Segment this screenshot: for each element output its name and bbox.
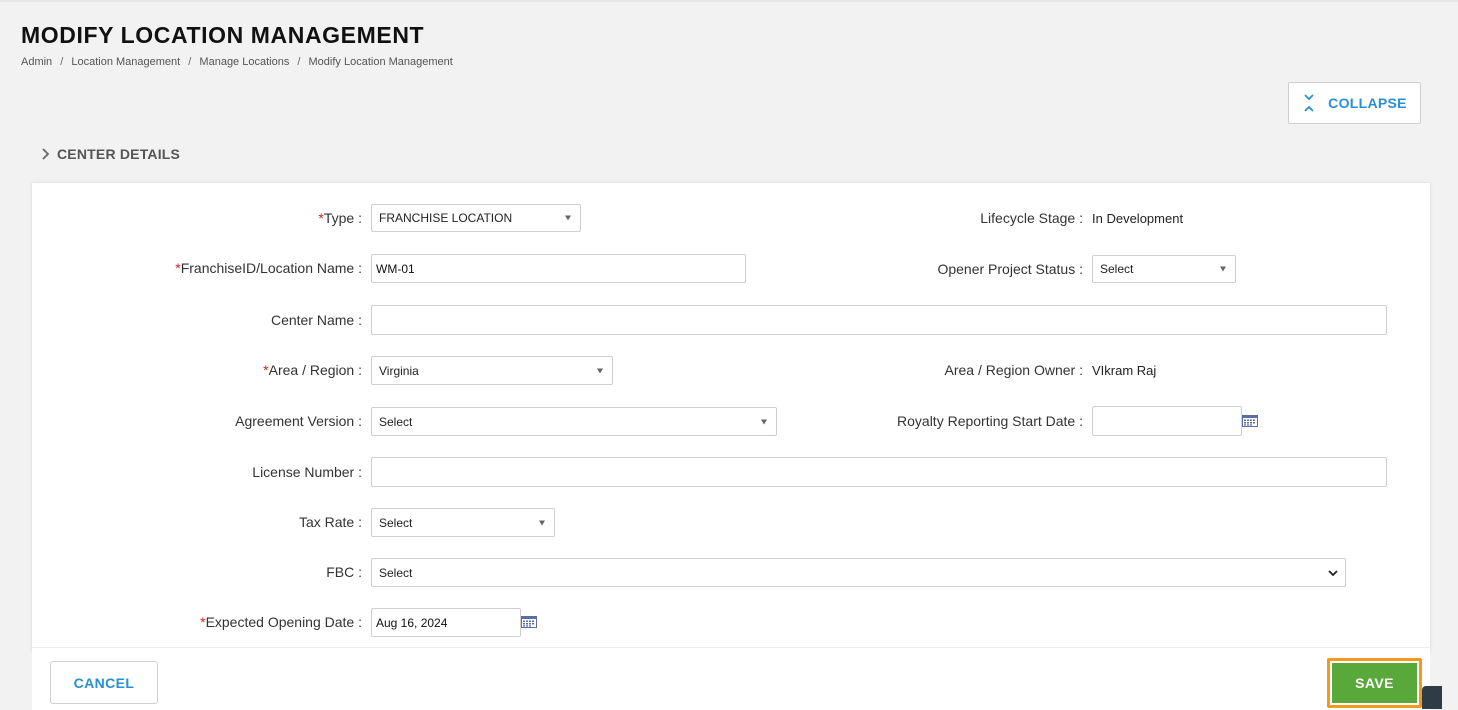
tax-rate-select[interactable]: Select [371, 508, 555, 537]
caret-down-icon [597, 368, 603, 373]
lifecycle-stage-label: Lifecycle Stage : [980, 210, 1083, 226]
save-button[interactable]: SAVE [1332, 663, 1417, 703]
breadcrumb-manage-locations[interactable]: Manage Locations [199, 56, 289, 68]
page-title: MODIFY LOCATION MANAGEMENT [21, 22, 425, 48]
calendar-icon[interactable] [521, 616, 537, 628]
area-region-value: Virginia [379, 363, 419, 378]
opener-project-status-select[interactable]: Select [1092, 255, 1236, 283]
opener-project-status-value: Select [1100, 262, 1134, 276]
collapse-button[interactable]: COLLAPSE [1288, 82, 1421, 124]
section-title: CENTER DETAILS [57, 146, 181, 162]
type-select[interactable]: FRANCHISE LOCATION [371, 204, 581, 232]
breadcrumb: Admin / Location Management / Manage Loc… [21, 56, 453, 68]
license-number-input[interactable] [371, 457, 1387, 487]
area-region-label-text: Area / Region : [268, 362, 362, 378]
center-details-header[interactable]: CENTER DETAILS [40, 145, 180, 163]
footer-bar [32, 647, 1430, 710]
fbc-select[interactable]: Select [371, 558, 1346, 587]
caret-down-icon [761, 419, 767, 424]
expected-opening-date-label: *Expected Opening Date : [200, 614, 362, 630]
type-label-text: Type : [323, 210, 362, 226]
type-select-value: FRANCHISE LOCATION [379, 211, 513, 225]
opener-project-status-label: Opener Project Status : [937, 261, 1083, 277]
royalty-start-date-input[interactable] [1092, 406, 1242, 436]
breadcrumb-admin[interactable]: Admin [21, 56, 52, 68]
collapse-icon [1304, 94, 1314, 112]
breadcrumb-location-management[interactable]: Location Management [71, 56, 180, 68]
help-widget[interactable] [1422, 686, 1442, 709]
collapse-label: COLLAPSE [1328, 95, 1407, 111]
top-divider [0, 0, 1458, 2]
center-name-label: Center Name : [270, 312, 362, 328]
area-region-owner-value: VIkram Raj [1092, 363, 1157, 378]
agreement-version-value: Select [379, 414, 413, 429]
area-region-label: *Area / Region : [263, 362, 362, 378]
chevron-right-icon [42, 148, 50, 160]
fbc-label: FBC : [326, 564, 362, 580]
area-region-owner-label: Area / Region Owner : [944, 362, 1083, 378]
calendar-icon[interactable] [1242, 415, 1258, 427]
tax-rate-value: Select [379, 515, 413, 530]
franchise-id-label: *FranchiseID/Location Name : [175, 260, 362, 276]
license-number-label: License Number : [252, 464, 362, 480]
franchise-id-label-text: FranchiseID/Location Name : [180, 260, 362, 276]
royalty-start-date-label: Royalty Reporting Start Date : [897, 413, 1083, 429]
caret-down-icon [1220, 266, 1226, 272]
caret-down-icon [539, 520, 545, 525]
fbc-value: Select [379, 565, 413, 580]
breadcrumb-separator: / [297, 56, 301, 68]
lifecycle-stage-value: In Development [1092, 211, 1184, 226]
center-name-input[interactable] [371, 305, 1387, 335]
cancel-button[interactable]: CANCEL [50, 661, 158, 704]
breadcrumb-current: Modify Location Management [308, 56, 453, 68]
tax-rate-label: Tax Rate : [298, 514, 362, 530]
expected-opening-date-input[interactable] [371, 608, 521, 637]
franchise-id-input[interactable] [371, 254, 746, 283]
breadcrumb-separator: / [188, 56, 192, 68]
expected-opening-date-label-text: Expected Opening Date : [205, 614, 362, 630]
agreement-version-select[interactable]: Select [371, 407, 777, 436]
caret-down-icon [565, 215, 571, 221]
area-region-select[interactable]: Virginia [371, 356, 613, 385]
type-label: *Type : [318, 210, 362, 226]
breadcrumb-separator: / [60, 56, 64, 68]
agreement-version-label: Agreement Version : [235, 413, 362, 429]
chevron-down-icon [1328, 569, 1338, 576]
